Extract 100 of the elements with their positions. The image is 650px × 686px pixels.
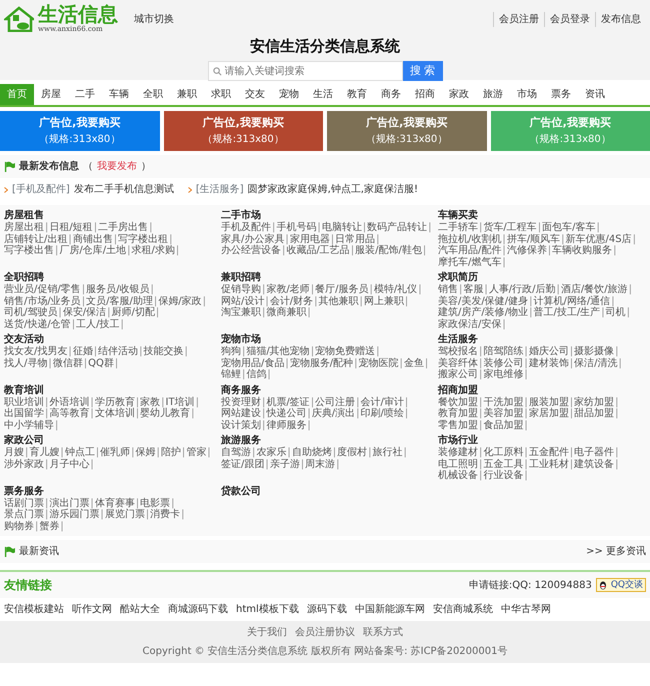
category-link[interactable]: 育儿嫂: [29, 447, 60, 458]
category-link[interactable]: 建筑设备: [574, 458, 614, 470]
category-link[interactable]: 甜品加盟: [574, 408, 614, 419]
city-switch-link[interactable]: 城市切换: [134, 12, 174, 27]
category-link[interactable]: 五金工具: [483, 458, 524, 470]
nav-tab[interactable]: 车辆: [102, 84, 136, 105]
category-link[interactable]: 微商兼职: [266, 307, 306, 318]
category-link[interactable]: 度假村: [337, 447, 368, 458]
category-link[interactable]: 微信群: [52, 358, 83, 368]
category-title[interactable]: 兼职招聘: [221, 271, 438, 284]
top-link[interactable]: 发布信息: [595, 12, 646, 27]
category-link[interactable]: 新车优惠/4S店: [566, 234, 632, 244]
category-link[interactable]: 婴幼儿教育: [140, 408, 190, 419]
category-link[interactable]: 结伴活动: [98, 346, 138, 357]
category-link[interactable]: 酒店/餐饮/旅游: [560, 284, 628, 295]
category-link[interactable]: 锦鲤: [221, 369, 241, 380]
category-link[interactable]: 家具/办公家具: [221, 234, 284, 244]
friend-link[interactable]: 安信模板建站: [4, 602, 64, 617]
category-link[interactable]: 工业耗材: [528, 458, 569, 470]
category-link[interactable]: 拖拉机/收割机: [438, 234, 502, 244]
category-link[interactable]: 普工/技工/生产: [533, 307, 600, 318]
category-link[interactable]: 汽车用品/配件: [438, 245, 502, 256]
friend-link[interactable]: 中华古琴网: [500, 602, 551, 617]
category-title[interactable]: 交友活动: [4, 333, 221, 346]
category-link[interactable]: 客服: [463, 284, 484, 295]
search-field[interactable]: 请输入关键词搜索: [208, 61, 402, 81]
category-link[interactable]: 电子器件: [574, 447, 614, 458]
nav-tab[interactable]: 票务: [544, 84, 578, 105]
category-link[interactable]: 美容加盟: [483, 408, 524, 419]
category-link[interactable]: 化工原料: [483, 447, 524, 458]
category-link[interactable]: 旅行社: [372, 447, 402, 458]
ad-banner[interactable]: 广告位,我要购买 （规格:313x80）: [327, 111, 486, 151]
category-link[interactable]: 收藏品/工艺品: [286, 245, 350, 256]
category-link[interactable]: 销售/市场/业务员: [4, 296, 81, 306]
nav-tab[interactable]: 宠物: [272, 84, 306, 105]
nav-tab[interactable]: 旅游: [476, 84, 510, 105]
category-link[interactable]: 销售: [438, 284, 458, 295]
category-link[interactable]: 金鱼: [404, 358, 424, 368]
category-link[interactable]: 办公经营设备: [221, 245, 281, 256]
nav-tab[interactable]: 求职: [204, 84, 238, 105]
category-link[interactable]: 展览门票: [104, 509, 145, 520]
post-title-link[interactable]: 发布二手手机信息测试: [74, 182, 174, 197]
nav-tab[interactable]: 市场: [510, 84, 544, 105]
nav-tab[interactable]: 商务: [374, 84, 408, 105]
category-link[interactable]: 拼车/顺风车: [506, 234, 560, 244]
category-link[interactable]: 管家: [186, 447, 206, 458]
category-link[interactable]: 五金配件: [528, 447, 569, 458]
category-link[interactable]: 家政保洁/安保: [438, 318, 502, 330]
category-link[interactable]: 保安/保洁: [62, 307, 106, 318]
category-link[interactable]: 数码产品转让: [367, 222, 428, 233]
category-link[interactable]: 购物券: [4, 520, 34, 532]
category-link[interactable]: 美容/美发/保健/健身: [438, 296, 528, 306]
category-link[interactable]: 营业员/促销/零售: [4, 284, 81, 295]
category-link[interactable]: 亲子游: [270, 458, 300, 470]
category-link[interactable]: 司机: [606, 307, 626, 318]
nav-tab[interactable]: 交友: [238, 84, 272, 105]
category-link[interactable]: 宠物服务/配种: [290, 358, 354, 368]
nav-tab[interactable]: 全职: [136, 84, 170, 105]
ad-banner[interactable]: 广告位,我要购买 （规格:313x80）: [0, 111, 160, 151]
category-link[interactable]: 外语培训: [49, 396, 90, 408]
category-link[interactable]: 找人/寻物: [4, 358, 48, 368]
friend-link[interactable]: 源码下载: [306, 602, 347, 617]
category-link[interactable]: 家居加盟: [528, 408, 569, 419]
category-link[interactable]: 装修建材: [438, 447, 478, 458]
category-link[interactable]: 厂房/仓库/土地: [59, 245, 126, 256]
friend-link[interactable]: html模板下载: [236, 602, 299, 617]
category-link[interactable]: 快递公司: [266, 408, 306, 419]
category-link[interactable]: 演出门票: [49, 498, 90, 508]
category-link[interactable]: 房屋出租: [4, 222, 44, 233]
category-link[interactable]: 司机/驾驶员: [4, 307, 58, 318]
category-link[interactable]: 机票/签证: [266, 396, 310, 408]
category-link[interactable]: 服装加盟: [528, 396, 569, 408]
category-link[interactable]: 月嫂: [4, 447, 24, 458]
category-link[interactable]: 装修公司: [483, 358, 524, 368]
category-link[interactable]: 信鸽: [246, 369, 266, 380]
category-link[interactable]: 汽修保养: [506, 245, 547, 256]
category-link[interactable]: 出国留学: [4, 408, 44, 419]
category-link[interactable]: 网站建设: [221, 408, 261, 419]
category-link[interactable]: 家教/老师: [266, 284, 310, 295]
category-link[interactable]: 网上兼职: [364, 296, 404, 306]
category-link[interactable]: 周末游: [305, 458, 336, 470]
category-link[interactable]: 印刷/喷绘: [360, 408, 404, 419]
category-link[interactable]: 投资理财: [221, 396, 261, 408]
category-link[interactable]: 文员/客服/助理: [86, 296, 153, 306]
category-link[interactable]: 摄影摄像: [574, 346, 614, 357]
publish-link[interactable]: 我要发布: [97, 159, 137, 174]
category-link[interactable]: 狗狗: [221, 346, 241, 357]
friend-link[interactable]: 中国新能源车网: [354, 602, 425, 617]
category-link[interactable]: 建筑/房产/装修/物业: [438, 307, 528, 318]
category-link[interactable]: 厨师/切配: [112, 307, 155, 318]
category-link[interactable]: 猫猫/其他宠物: [246, 346, 310, 357]
post-title-link[interactable]: 圆梦家政家庭保姆,钟点工,家庭保洁服!: [248, 182, 418, 197]
category-title[interactable]: 宠物市场: [221, 333, 438, 346]
category-link[interactable]: 蟹券: [39, 520, 60, 532]
category-link[interactable]: 电工照明: [438, 458, 478, 470]
category-link[interactable]: 家纺加盟: [574, 396, 614, 408]
category-link[interactable]: 计算机/网络/通信: [533, 296, 610, 306]
category-link[interactable]: 婚庆公司: [528, 346, 569, 357]
category-link[interactable]: 货车/工程车: [483, 222, 537, 233]
nav-tab[interactable]: 二手: [68, 84, 102, 105]
